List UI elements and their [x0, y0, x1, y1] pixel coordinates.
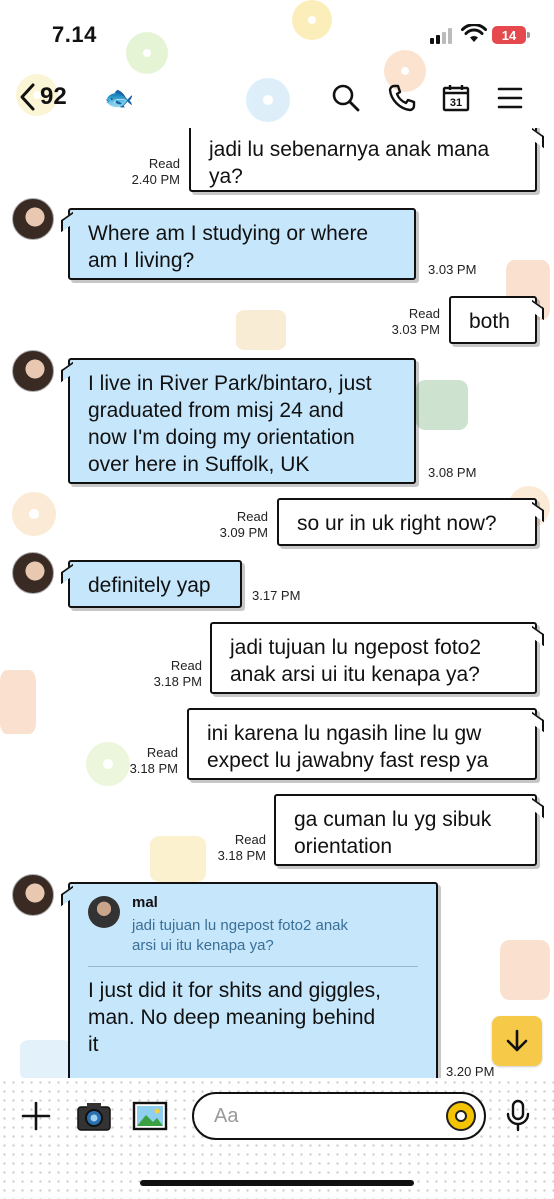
status-time: 7.14 [52, 22, 97, 47]
contact-name: 🐟 [104, 85, 134, 112]
message-time: 3.03 PM [428, 262, 477, 277]
gallery-button[interactable] [130, 1096, 170, 1136]
message-line: I live in River Park/bintaro, just [88, 372, 372, 395]
image-icon [132, 1101, 168, 1131]
message-bubble-outgoing[interactable]: so ur in uk right now? [277, 498, 537, 546]
message-line: anak arsi ui itu kenapa ya? [230, 663, 480, 686]
emoji-icon [455, 1110, 467, 1122]
contact-avatar[interactable] [12, 552, 54, 594]
message-line: now I'm doing my orientation [88, 426, 355, 449]
calendar-day: 31 [450, 97, 462, 109]
reply-quoted-line: arsi ui itu kenapa ya? [132, 937, 274, 954]
message-line: am I living? [88, 249, 195, 272]
calendar-button[interactable]: 31 [440, 82, 472, 114]
message-line: both [469, 310, 510, 333]
message-line: definitely yap [88, 574, 211, 597]
message-line: expect lu jawabny fast resp ya [207, 749, 489, 772]
message-meta: Read 3.09 PM [204, 509, 268, 541]
message-line: graduated from misj 24 and [88, 399, 344, 422]
menu-icon [497, 87, 523, 109]
message-bubble-outgoing[interactable]: both [449, 296, 537, 344]
message-line: jadi lu sebenarnya anak mana [209, 138, 490, 161]
message-bubble-outgoing[interactable]: jadi lu sebenarnya anak mana ya? [189, 128, 537, 192]
message-meta: Read 3.03 PM [376, 306, 440, 338]
read-receipt: Read [234, 832, 266, 847]
calendar-icon: 31 [442, 85, 470, 112]
status-bar: 7.14 14 [0, 0, 554, 62]
message-time: 3.20 PM [446, 1064, 495, 1078]
scroll-to-bottom-button[interactable] [492, 1016, 542, 1066]
message-time: 2.40 PM [131, 172, 180, 187]
message-list[interactable]: Read 2.40 PM jadi lu sebenarnya anak man… [0, 128, 554, 1078]
quoted-reply[interactable]: mal jadi tujuan lu ngepost foto2 anak ar… [88, 894, 418, 967]
message-time: 3.03 PM [391, 322, 440, 337]
message-time: 3.08 PM [428, 465, 477, 480]
message-time: 3.18 PM [129, 761, 178, 776]
message-meta: Read 3.18 PM [134, 658, 202, 690]
emoji-button[interactable] [446, 1101, 476, 1131]
message-line: orientation [294, 835, 393, 858]
reply-quoted-line: jadi tujuan lu ngepost foto2 anak [132, 917, 348, 934]
message-line: so ur in uk right now? [297, 512, 497, 535]
unread-count: 92 [40, 83, 67, 110]
chat-header: 92 🐟 31 [0, 68, 554, 128]
message-input[interactable]: Aa [192, 1092, 486, 1140]
message-line: man. No deep meaning behind [88, 1006, 376, 1029]
message-line: it [88, 1033, 99, 1056]
message-bubble-incoming[interactable]: definitely yap [68, 560, 242, 608]
battery-indicator: 14 [492, 26, 530, 44]
read-receipt: Read [236, 509, 268, 524]
reply-sender-avatar [88, 896, 120, 928]
message-line: ya? [209, 165, 243, 188]
menu-button[interactable] [494, 82, 526, 114]
wifi-icon [461, 24, 487, 42]
contact-avatar[interactable] [12, 198, 54, 240]
reply-sender-name: mal [132, 894, 158, 911]
camera-button[interactable] [74, 1096, 114, 1136]
home-indicator[interactable] [140, 1180, 414, 1186]
search-icon [332, 84, 360, 112]
plus-icon [21, 1101, 51, 1131]
message-input-placeholder: Aa [214, 1104, 239, 1127]
message-time: 3.18 PM [217, 848, 266, 863]
message-bubble-incoming[interactable]: I live in River Park/bintaro, just gradu… [68, 358, 416, 484]
message-line: I just did it for shits and giggles, [88, 979, 381, 1002]
arrow-down-icon [506, 1029, 528, 1052]
message-bubble-outgoing[interactable]: jadi tujuan lu ngepost foto2 anak arsi u… [210, 622, 537, 694]
message-line: ga cuman lu yg sibuk [294, 808, 492, 831]
phone-icon [388, 84, 416, 112]
camera-icon [77, 1103, 111, 1131]
message-bubble-incoming-reply[interactable]: mal jadi tujuan lu ngepost foto2 anak ar… [68, 882, 438, 1078]
back-button[interactable]: 92 [18, 82, 67, 112]
search-button[interactable] [330, 82, 362, 114]
message-line: jadi tujuan lu ngepost foto2 [230, 636, 482, 659]
read-receipt: Read [148, 156, 180, 171]
chevron-left-icon [20, 83, 35, 111]
message-bubble-outgoing[interactable]: ga cuman lu yg sibuk orientation [274, 794, 537, 866]
message-line: ini karena lu ngasih line lu gw [207, 722, 482, 745]
call-button[interactable] [386, 82, 418, 114]
add-attachment-button[interactable] [16, 1096, 56, 1136]
message-bubble-outgoing[interactable]: ini karena lu ngasih line lu gw expect l… [187, 708, 537, 780]
message-meta: Read 2.40 PM [110, 156, 180, 188]
message-line: Where am I studying or where [88, 222, 369, 245]
message-line: over here in Suffolk, UK [88, 453, 310, 476]
message-time: 3.18 PM [153, 674, 202, 689]
read-receipt: Read [170, 658, 202, 673]
contact-avatar[interactable] [12, 350, 54, 392]
message-meta: Read 3.18 PM [110, 745, 178, 777]
message-time: 3.09 PM [219, 525, 268, 540]
microphone-icon [506, 1099, 530, 1132]
battery-level: 14 [501, 27, 517, 43]
cellular-signal-icon [430, 28, 456, 44]
read-receipt: Read [408, 306, 440, 321]
read-receipt: Read [146, 745, 178, 760]
message-time: 3.17 PM [252, 588, 301, 603]
voice-message-button[interactable] [498, 1096, 538, 1136]
message-bubble-incoming[interactable]: Where am I studying or where am I living… [68, 208, 416, 280]
contact-avatar[interactable] [12, 874, 54, 916]
message-meta: Read 3.18 PM [198, 832, 266, 864]
